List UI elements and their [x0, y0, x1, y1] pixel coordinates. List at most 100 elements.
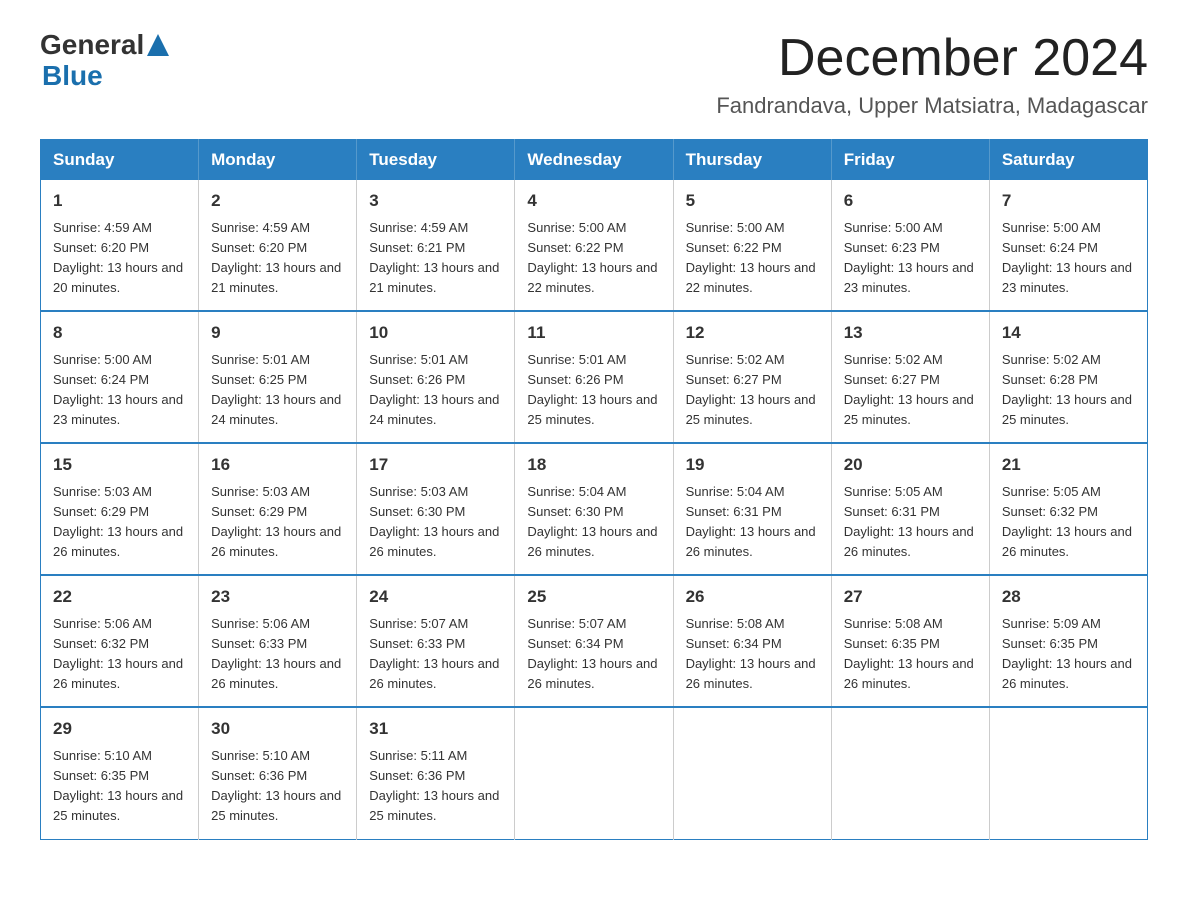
day-number: 29 — [53, 716, 186, 742]
calendar-cell: 8 Sunrise: 5:00 AMSunset: 6:24 PMDaylight… — [41, 311, 199, 443]
calendar-cell: 11 Sunrise: 5:01 AMSunset: 6:26 PMDayligh… — [515, 311, 673, 443]
calendar-cell: 4 Sunrise: 5:00 AMSunset: 6:22 PMDaylight… — [515, 180, 673, 311]
day-number: 9 — [211, 320, 344, 346]
day-info: Sunrise: 5:07 AMSunset: 6:34 PMDaylight:… — [527, 614, 660, 695]
day-number: 31 — [369, 716, 502, 742]
calendar-cell: 6Sunrise: 5:00 AMSunset: 6:23 PMDaylight… — [831, 180, 989, 311]
day-info: Sunrise: 5:00 AMSunset: 6:24 PMDaylight:… — [53, 350, 186, 431]
calendar-cell: 1 Sunrise: 4:59 AMSunset: 6:20 PMDaylight… — [41, 180, 199, 311]
day-info: Sunrise: 5:10 AMSunset: 6:36 PMDaylight:… — [211, 746, 344, 827]
month-title: December 2024 — [716, 30, 1148, 87]
header-day-monday: Monday — [199, 140, 357, 181]
calendar-cell — [831, 707, 989, 839]
day-number: 25 — [527, 584, 660, 610]
day-info: Sunrise: 5:11 AMSunset: 6:36 PMDaylight:… — [369, 746, 502, 827]
calendar-cell: 26 Sunrise: 5:08 AMSunset: 6:34 PMDayligh… — [673, 575, 831, 707]
calendar-header: SundayMondayTuesdayWednesdayThursdayFrid… — [41, 140, 1148, 181]
calendar-cell: 22 Sunrise: 5:06 AMSunset: 6:32 PMDayligh… — [41, 575, 199, 707]
day-number: 26 — [686, 584, 819, 610]
calendar-cell — [515, 707, 673, 839]
day-info: Sunrise: 5:02 AMSunset: 6:27 PMDaylight:… — [844, 350, 977, 431]
calendar-cell: 13 Sunrise: 5:02 AMSunset: 6:27 PMDayligh… — [831, 311, 989, 443]
calendar-cell: 9 Sunrise: 5:01 AMSunset: 6:25 PMDaylight… — [199, 311, 357, 443]
day-number: 21 — [1002, 452, 1135, 478]
calendar-cell: 16 Sunrise: 5:03 AMSunset: 6:29 PMDayligh… — [199, 443, 357, 575]
day-number: 8 — [53, 320, 186, 346]
day-number: 30 — [211, 716, 344, 742]
day-info: Sunrise: 4:59 AMSunset: 6:20 PMDaylight:… — [53, 218, 186, 299]
day-info: Sunrise: 5:08 AMSunset: 6:34 PMDaylight:… — [686, 614, 819, 695]
calendar-cell: 29 Sunrise: 5:10 AMSunset: 6:35 PMDayligh… — [41, 707, 199, 839]
calendar-cell: 7Sunrise: 5:00 AMSunset: 6:24 PMDaylight… — [989, 180, 1147, 311]
logo-general-text: General — [40, 30, 144, 61]
calendar-cell: 27 Sunrise: 5:08 AMSunset: 6:35 PMDayligh… — [831, 575, 989, 707]
day-info: Sunrise: 5:10 AMSunset: 6:35 PMDaylight:… — [53, 746, 186, 827]
day-info: Sunrise: 5:04 AMSunset: 6:30 PMDaylight:… — [527, 482, 660, 563]
day-number: 27 — [844, 584, 977, 610]
day-number: 12 — [686, 320, 819, 346]
day-info: Sunrise: 5:04 AMSunset: 6:31 PMDaylight:… — [686, 482, 819, 563]
day-number: 28 — [1002, 584, 1135, 610]
day-info: Sunrise: 5:03 AMSunset: 6:30 PMDaylight:… — [369, 482, 502, 563]
header-day-sunday: Sunday — [41, 140, 199, 181]
calendar-cell: 5 Sunrise: 5:00 AMSunset: 6:22 PMDaylight… — [673, 180, 831, 311]
day-info: Sunrise: 5:05 AMSunset: 6:32 PMDaylight:… — [1002, 482, 1135, 563]
calendar-cell: 21 Sunrise: 5:05 AMSunset: 6:32 PMDayligh… — [989, 443, 1147, 575]
day-info: Sunrise: 5:03 AMSunset: 6:29 PMDaylight:… — [53, 482, 186, 563]
day-number: 1 — [53, 188, 186, 214]
calendar-cell: 20Sunrise: 5:05 AMSunset: 6:31 PMDayligh… — [831, 443, 989, 575]
day-number: 5 — [686, 188, 819, 214]
calendar-cell — [989, 707, 1147, 839]
calendar-cell — [673, 707, 831, 839]
header-row: SundayMondayTuesdayWednesdayThursdayFrid… — [41, 140, 1148, 181]
header-day-tuesday: Tuesday — [357, 140, 515, 181]
day-number: 4 — [527, 188, 660, 214]
calendar-cell: 2 Sunrise: 4:59 AMSunset: 6:20 PMDaylight… — [199, 180, 357, 311]
location-title: Fandrandava, Upper Matsiatra, Madagascar — [716, 93, 1148, 119]
day-info: Sunrise: 5:02 AMSunset: 6:27 PMDaylight:… — [686, 350, 819, 431]
logo-blue-text: Blue — [42, 61, 103, 92]
page-header: General Blue December 2024 Fandrandava, … — [40, 30, 1148, 119]
day-number: 11 — [527, 320, 660, 346]
day-info: Sunrise: 5:08 AMSunset: 6:35 PMDaylight:… — [844, 614, 977, 695]
day-info: Sunrise: 5:01 AMSunset: 6:25 PMDaylight:… — [211, 350, 344, 431]
day-number: 23 — [211, 584, 344, 610]
day-number: 17 — [369, 452, 502, 478]
day-number: 14 — [1002, 320, 1135, 346]
calendar-cell: 19 Sunrise: 5:04 AMSunset: 6:31 PMDayligh… — [673, 443, 831, 575]
day-number: 19 — [686, 452, 819, 478]
day-number: 7 — [1002, 188, 1135, 214]
day-info: Sunrise: 4:59 AMSunset: 6:20 PMDaylight:… — [211, 218, 344, 299]
day-number: 10 — [369, 320, 502, 346]
day-info: Sunrise: 5:00 AMSunset: 6:23 PMDaylight:… — [844, 218, 977, 299]
day-info: Sunrise: 5:00 AMSunset: 6:22 PMDaylight:… — [686, 218, 819, 299]
day-info: Sunrise: 5:02 AMSunset: 6:28 PMDaylight:… — [1002, 350, 1135, 431]
calendar-week-3: 15Sunrise: 5:03 AMSunset: 6:29 PMDayligh… — [41, 443, 1148, 575]
calendar-table: SundayMondayTuesdayWednesdayThursdayFrid… — [40, 139, 1148, 839]
calendar-week-1: 1 Sunrise: 4:59 AMSunset: 6:20 PMDaylight… — [41, 180, 1148, 311]
day-number: 2 — [211, 188, 344, 214]
day-number: 22 — [53, 584, 186, 610]
logo: General Blue — [40, 30, 169, 92]
calendar-cell: 3Sunrise: 4:59 AMSunset: 6:21 PMDaylight… — [357, 180, 515, 311]
day-info: Sunrise: 5:00 AMSunset: 6:22 PMDaylight:… — [527, 218, 660, 299]
header-day-saturday: Saturday — [989, 140, 1147, 181]
day-number: 16 — [211, 452, 344, 478]
calendar-cell: 31 Sunrise: 5:11 AMSunset: 6:36 PMDayligh… — [357, 707, 515, 839]
day-number: 24 — [369, 584, 502, 610]
calendar-cell: 18Sunrise: 5:04 AMSunset: 6:30 PMDayligh… — [515, 443, 673, 575]
day-number: 3 — [369, 188, 502, 214]
calendar-cell: 28Sunrise: 5:09 AMSunset: 6:35 PMDayligh… — [989, 575, 1147, 707]
calendar-body: 1 Sunrise: 4:59 AMSunset: 6:20 PMDaylight… — [41, 180, 1148, 839]
calendar-cell: 12 Sunrise: 5:02 AMSunset: 6:27 PMDayligh… — [673, 311, 831, 443]
header-day-thursday: Thursday — [673, 140, 831, 181]
calendar-cell: 14 Sunrise: 5:02 AMSunset: 6:28 PMDayligh… — [989, 311, 1147, 443]
day-info: Sunrise: 5:06 AMSunset: 6:32 PMDaylight:… — [53, 614, 186, 695]
day-info: Sunrise: 5:03 AMSunset: 6:29 PMDaylight:… — [211, 482, 344, 563]
day-number: 13 — [844, 320, 977, 346]
header-day-wednesday: Wednesday — [515, 140, 673, 181]
calendar-week-4: 22 Sunrise: 5:06 AMSunset: 6:32 PMDayligh… — [41, 575, 1148, 707]
day-info: Sunrise: 5:06 AMSunset: 6:33 PMDaylight:… — [211, 614, 344, 695]
day-info: Sunrise: 5:01 AMSunset: 6:26 PMDaylight:… — [527, 350, 660, 431]
calendar-cell: 10Sunrise: 5:01 AMSunset: 6:26 PMDayligh… — [357, 311, 515, 443]
